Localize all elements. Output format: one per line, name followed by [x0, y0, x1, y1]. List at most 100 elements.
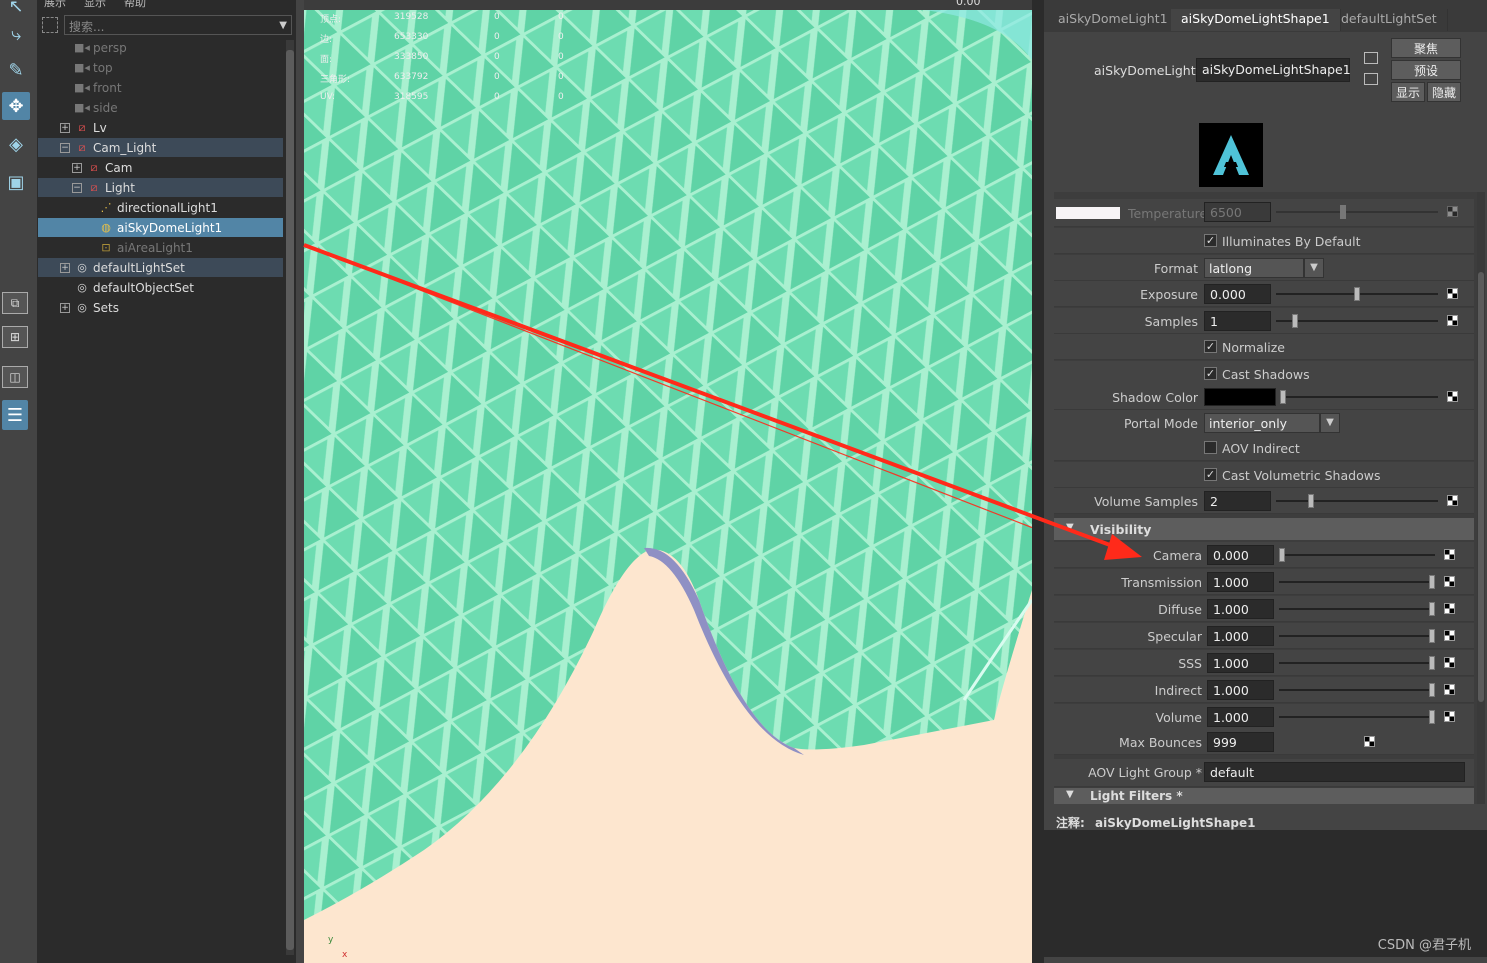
- portal-mode-select[interactable]: interior_only: [1204, 413, 1320, 433]
- slider-knob[interactable]: [1340, 205, 1346, 219]
- cast-volumetric-checkbox[interactable]: ✓: [1204, 468, 1217, 481]
- map-button-icon[interactable]: [1444, 549, 1455, 560]
- menu-display[interactable]: 展示: [44, 0, 66, 10]
- slider-knob[interactable]: [1429, 710, 1435, 724]
- filter-icon[interactable]: [42, 17, 58, 33]
- outliner-item-cam-light[interactable]: − ⧄ Cam_Light: [38, 138, 283, 157]
- slider-knob[interactable]: [1280, 390, 1286, 404]
- map-button-icon[interactable]: [1447, 391, 1458, 402]
- map-button-icon[interactable]: [1447, 315, 1458, 326]
- outliner-item-default-light-set[interactable]: + ◎ defaultLightSet: [38, 258, 283, 277]
- color-swatch[interactable]: [1056, 207, 1120, 219]
- tab-skydome-shape[interactable]: aiSkyDomeLightShape1: [1171, 9, 1341, 31]
- layout-single-icon[interactable]: ⧉: [2, 292, 28, 314]
- scrollbar-thumb[interactable]: [286, 50, 294, 950]
- layout-four-icon[interactable]: ⊞: [2, 326, 28, 348]
- visibility-field[interactable]: 1.000: [1207, 599, 1274, 619]
- outliner-item-sets[interactable]: + ◎ Sets: [38, 298, 283, 317]
- visibility-slider[interactable]: [1279, 602, 1435, 616]
- illuminates-checkbox[interactable]: ✓: [1204, 234, 1217, 247]
- map-button-icon[interactable]: [1444, 630, 1455, 641]
- visibility-field[interactable]: 1.000: [1207, 653, 1274, 673]
- max-bounces-field[interactable]: 999: [1207, 732, 1274, 752]
- outliner-item-default-object-set[interactable]: ◎ defaultObjectSet: [38, 278, 283, 297]
- shadow-color-swatch[interactable]: [1204, 388, 1276, 406]
- slider-knob[interactable]: [1279, 548, 1285, 562]
- slider-knob[interactable]: [1308, 494, 1314, 508]
- visibility-slider[interactable]: [1279, 548, 1435, 562]
- menu-show[interactable]: 显示: [84, 0, 106, 10]
- map-button-icon[interactable]: [1447, 495, 1458, 506]
- ae-attributes-scroll[interactable]: Temperature 6500 ✓ Illuminates By Defaul…: [1054, 192, 1480, 804]
- light-filters-section-header[interactable]: ▼ Light Filters *: [1054, 788, 1474, 804]
- outliner-item-cam[interactable]: + ⧄ Cam: [38, 158, 283, 177]
- visibility-slider[interactable]: [1279, 575, 1435, 589]
- outliner-item-skydome-light[interactable]: ◍ aiSkyDomeLight1: [38, 218, 283, 237]
- slider-knob[interactable]: [1292, 314, 1298, 328]
- slider-knob[interactable]: [1354, 287, 1360, 301]
- map-button-icon[interactable]: [1364, 736, 1375, 747]
- chevron-down-icon[interactable]: ▼: [1304, 258, 1324, 278]
- output-icon[interactable]: [1364, 73, 1378, 85]
- visibility-field[interactable]: 1.000: [1207, 626, 1274, 646]
- shadow-color-slider[interactable]: [1280, 390, 1438, 404]
- slider-knob[interactable]: [1429, 629, 1435, 643]
- pin-icon[interactable]: [1364, 52, 1378, 64]
- outliner-item-side[interactable]: ■◂ side: [38, 98, 283, 117]
- ae-scrollbar[interactable]: [1477, 192, 1485, 804]
- visibility-field[interactable]: 1.000: [1207, 707, 1274, 727]
- samples-slider[interactable]: [1276, 314, 1438, 328]
- slider-knob[interactable]: [1429, 575, 1435, 589]
- collapse-icon[interactable]: −: [72, 182, 82, 193]
- map-button-icon[interactable]: [1444, 603, 1455, 614]
- map-button-icon[interactable]: [1444, 657, 1455, 668]
- node-name-field[interactable]: aiSkyDomeLightShape1: [1196, 58, 1351, 82]
- scale-tool-icon[interactable]: ▣: [2, 168, 30, 196]
- map-button-icon[interactable]: [1447, 206, 1458, 217]
- focus-button[interactable]: 聚焦: [1391, 38, 1461, 58]
- visibility-field[interactable]: 1.000: [1207, 572, 1274, 592]
- presets-button[interactable]: 预设: [1391, 60, 1461, 80]
- temperature-slider[interactable]: [1276, 205, 1438, 219]
- visibility-section-header[interactable]: ▼ Visibility: [1054, 518, 1474, 540]
- collapse-triangle-icon[interactable]: ▼: [1066, 789, 1074, 800]
- lasso-tool-icon[interactable]: ⤷: [2, 20, 30, 48]
- chevron-down-icon[interactable]: ▼: [1320, 413, 1340, 433]
- expand-icon[interactable]: +: [60, 302, 70, 313]
- cast-shadows-checkbox[interactable]: ✓: [1204, 367, 1217, 380]
- outliner-item-top[interactable]: ■◂ top: [38, 58, 283, 77]
- temperature-field[interactable]: 6500: [1204, 202, 1271, 222]
- panel-divider[interactable]: [1032, 0, 1044, 963]
- outliner-item-front[interactable]: ■◂ front: [38, 78, 283, 97]
- exposure-field[interactable]: 0.000: [1204, 284, 1271, 304]
- expand-icon[interactable]: +: [72, 162, 82, 173]
- volume-samples-field[interactable]: 2: [1204, 491, 1271, 511]
- tab-skydome-transform[interactable]: aiSkyDomeLight1: [1048, 9, 1179, 31]
- select-tool-icon[interactable]: ↖: [2, 0, 30, 20]
- outliner-item-directional-light[interactable]: ⋰ directionalLight1: [38, 198, 283, 217]
- samples-field[interactable]: 1: [1204, 311, 1271, 331]
- map-button-icon[interactable]: [1444, 684, 1455, 695]
- scrollbar-thumb[interactable]: [1478, 272, 1484, 702]
- map-button-icon[interactable]: [1444, 576, 1455, 587]
- slider-knob[interactable]: [1429, 683, 1435, 697]
- tab-default-light-set[interactable]: defaultLightSet: [1331, 9, 1448, 31]
- outliner-search-input[interactable]: 搜索... ▼: [64, 15, 292, 35]
- chevron-down-icon[interactable]: ▼: [279, 20, 287, 31]
- outliner-item-persp[interactable]: ■◂ persp: [38, 38, 283, 57]
- outliner-item-lv[interactable]: + ⧄ Lv: [38, 118, 283, 137]
- collapse-triangle-icon[interactable]: ▼: [1066, 522, 1074, 533]
- outliner-scrollbar[interactable]: [286, 40, 294, 955]
- zoom-readout[interactable]: 0.00: [956, 0, 981, 8]
- map-button-icon[interactable]: [1444, 711, 1455, 722]
- aov-indirect-checkbox[interactable]: [1204, 441, 1217, 454]
- rotate-tool-icon[interactable]: ◈: [2, 130, 30, 158]
- format-select[interactable]: latlong: [1204, 258, 1304, 278]
- map-button-icon[interactable]: [1447, 288, 1458, 299]
- volume-samples-slider[interactable]: [1276, 494, 1438, 508]
- visibility-slider[interactable]: [1279, 656, 1435, 670]
- outliner-item-area-light[interactable]: ⊡ aiAreaLight1: [38, 238, 283, 257]
- expand-icon[interactable]: +: [60, 122, 70, 133]
- visibility-field[interactable]: 0.000: [1207, 545, 1274, 565]
- expand-icon[interactable]: +: [60, 262, 70, 273]
